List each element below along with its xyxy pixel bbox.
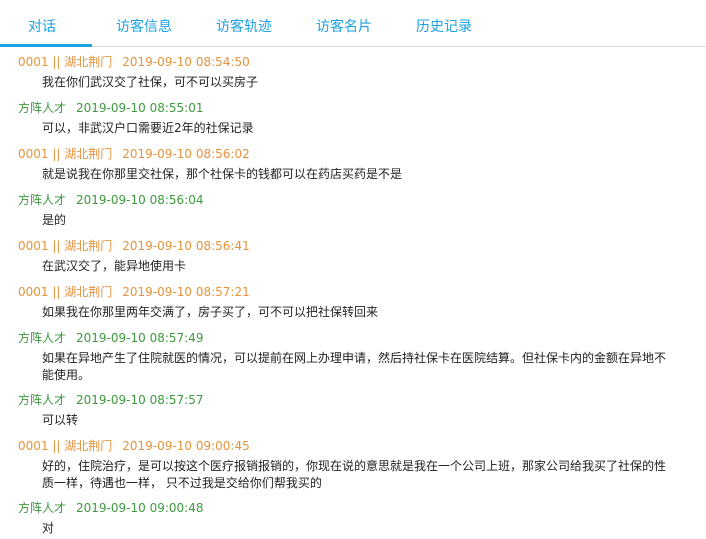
sender-name: 方阵人才	[18, 193, 67, 207]
sender-name: 0001 || 湖北荆门	[18, 285, 113, 299]
tab-bar: 对话 访客信息 访客轨迹 访客名片 历史记录	[0, 0, 706, 47]
message-header: 0001 || 湖北荆门 2019-09-10 08:56:41	[18, 238, 250, 254]
message-header: 方阵人才 2019-09-10 09:00:48	[18, 500, 203, 516]
message-text: 如果我在你那里两年交满了，房子买了，可不可以把社保转回来	[42, 305, 379, 319]
message-header: 方阵人才 2019-09-10 08:57:57	[18, 392, 203, 408]
message-header: 0001 || 湖北荆门 2019-09-10 08:57:21	[18, 284, 250, 300]
message-time: 2019-09-10 08:57:57	[76, 393, 204, 407]
message-text: 我在你们武汉交了社保，可不可以买房子	[42, 75, 259, 89]
tab-visitor-card[interactable]: 访客名片	[316, 16, 372, 36]
message-time: 2019-09-10 08:55:01	[76, 101, 204, 115]
sender-name: 方阵人才	[18, 501, 67, 515]
message-header: 方阵人才 2019-09-10 08:57:49	[18, 330, 203, 346]
message-time: 2019-09-10 09:00:48	[76, 501, 204, 515]
sender-name: 0001 || 湖北荆门	[18, 239, 113, 253]
message-time: 2019-09-10 09:00:45	[122, 439, 250, 453]
message-header: 0001 || 湖北荆门 2019-09-10 08:56:02	[18, 146, 250, 162]
message-text: 在武汉交了，能异地使用卡	[42, 259, 187, 273]
message-text: 好的，住院治疗，是可以按这个医疗报销报销的，你现在说的意思就是我在一个公司上班，…	[42, 459, 667, 490]
sender-name: 方阵人才	[18, 393, 67, 407]
message-text: 可以转	[42, 413, 79, 427]
message-header: 0001 || 湖北荆门 2019-09-10 08:54:50	[18, 54, 250, 70]
message-text: 对	[42, 521, 55, 535]
message-header: 方阵人才 2019-09-10 08:55:01	[18, 100, 203, 116]
message-header: 0001 || 湖北荆门 2019-09-10 09:00:45	[18, 438, 250, 454]
sender-name: 0001 || 湖北荆门	[18, 147, 113, 161]
message-time: 2019-09-10 08:56:04	[76, 193, 204, 207]
tab-visitor-info[interactable]: 访客信息	[116, 16, 172, 36]
message-time: 2019-09-10 08:54:50	[122, 55, 250, 69]
sender-name: 0001 || 湖北荆门	[18, 439, 113, 453]
tab-chat[interactable]: 对话	[28, 16, 56, 36]
message-text: 就是说我在你那里交社保，那个社保卡的钱都可以在药店买药是不是	[42, 167, 403, 181]
sender-name: 方阵人才	[18, 331, 67, 345]
tab-history[interactable]: 历史记录	[416, 16, 472, 36]
message-header: 方阵人才 2019-09-10 08:56:04	[18, 192, 203, 208]
message-text: 如果在异地产生了住院就医的情况，可以提前在网上办理申请，然后持社保卡在医院结算。…	[42, 351, 667, 382]
sender-name: 方阵人才	[18, 101, 67, 115]
tab-visitor-track[interactable]: 访客轨迹	[216, 16, 272, 36]
message-time: 2019-09-10 08:56:41	[122, 239, 250, 253]
message-text: 可以，非武汉户口需要近2年的社保记录	[42, 121, 254, 135]
message-time: 2019-09-10 08:56:02	[122, 147, 250, 161]
sender-name: 0001 || 湖北荆门	[18, 55, 113, 69]
message-time: 2019-09-10 08:57:49	[76, 331, 204, 345]
message-text: 是的	[42, 213, 67, 227]
message-time: 2019-09-10 08:57:21	[122, 285, 250, 299]
chat-transcript[interactable]: 0001 || 湖北荆门 2019-09-10 08:54:50 我在你们武汉交了…	[0, 47, 706, 539]
